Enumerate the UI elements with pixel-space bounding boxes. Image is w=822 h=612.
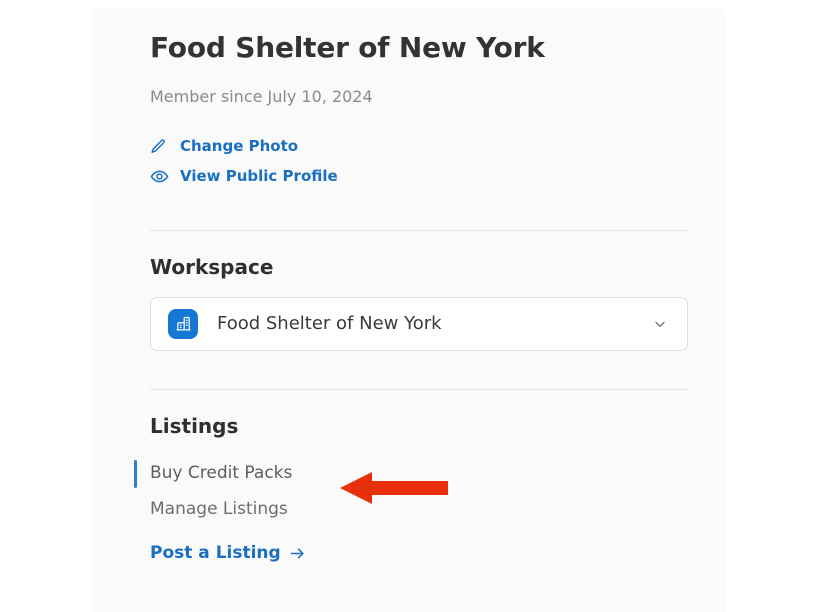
chevron-down-icon[interactable] bbox=[649, 316, 671, 332]
screen-root: Food Shelter of New York Member since Ju… bbox=[0, 0, 822, 612]
workspace-select[interactable]: Food Shelter of New York bbox=[150, 296, 688, 351]
post-a-listing-label: Post a Listing bbox=[150, 543, 281, 564]
post-a-listing-link[interactable]: Post a Listing bbox=[134, 536, 326, 572]
building-icon bbox=[168, 308, 198, 339]
member-since-text: Member since July 10, 2024 bbox=[150, 87, 373, 106]
view-public-profile-label: View Public Profile bbox=[180, 167, 338, 186]
pencil-icon bbox=[150, 138, 180, 155]
workspace-selected-value: Food Shelter of New York bbox=[217, 312, 442, 334]
listings-heading: Listings bbox=[150, 413, 239, 438]
nav-item-manage-listings[interactable]: Manage Listings bbox=[134, 492, 308, 528]
nav-label-manage-listings: Manage Listings bbox=[150, 499, 288, 520]
divider-bottom bbox=[150, 388, 688, 390]
nav-item-buy-credit-packs[interactable]: Buy Credit Packs bbox=[134, 456, 312, 492]
profile-settings-card: Food Shelter of New York Member since Ju… bbox=[92, 8, 725, 612]
arrow-right-icon bbox=[289, 545, 306, 562]
quick-links-group: Change Photo View Public Profile bbox=[150, 134, 696, 190]
view-public-profile-link[interactable]: View Public Profile bbox=[150, 164, 338, 190]
change-photo-link[interactable]: Change Photo bbox=[150, 134, 298, 160]
change-photo-label: Change Photo bbox=[180, 137, 299, 156]
workspace-heading: Workspace bbox=[150, 254, 274, 279]
listings-nav: Buy Credit Packs Manage Listings Post a … bbox=[134, 456, 696, 572]
eye-icon bbox=[150, 167, 180, 186]
nav-label-buy-credit-packs: Buy Credit Packs bbox=[150, 463, 293, 484]
page-title: Food Shelter of New York bbox=[150, 31, 545, 64]
divider-top bbox=[150, 229, 688, 231]
card-content: Food Shelter of New York Member since Ju… bbox=[134, 8, 696, 572]
